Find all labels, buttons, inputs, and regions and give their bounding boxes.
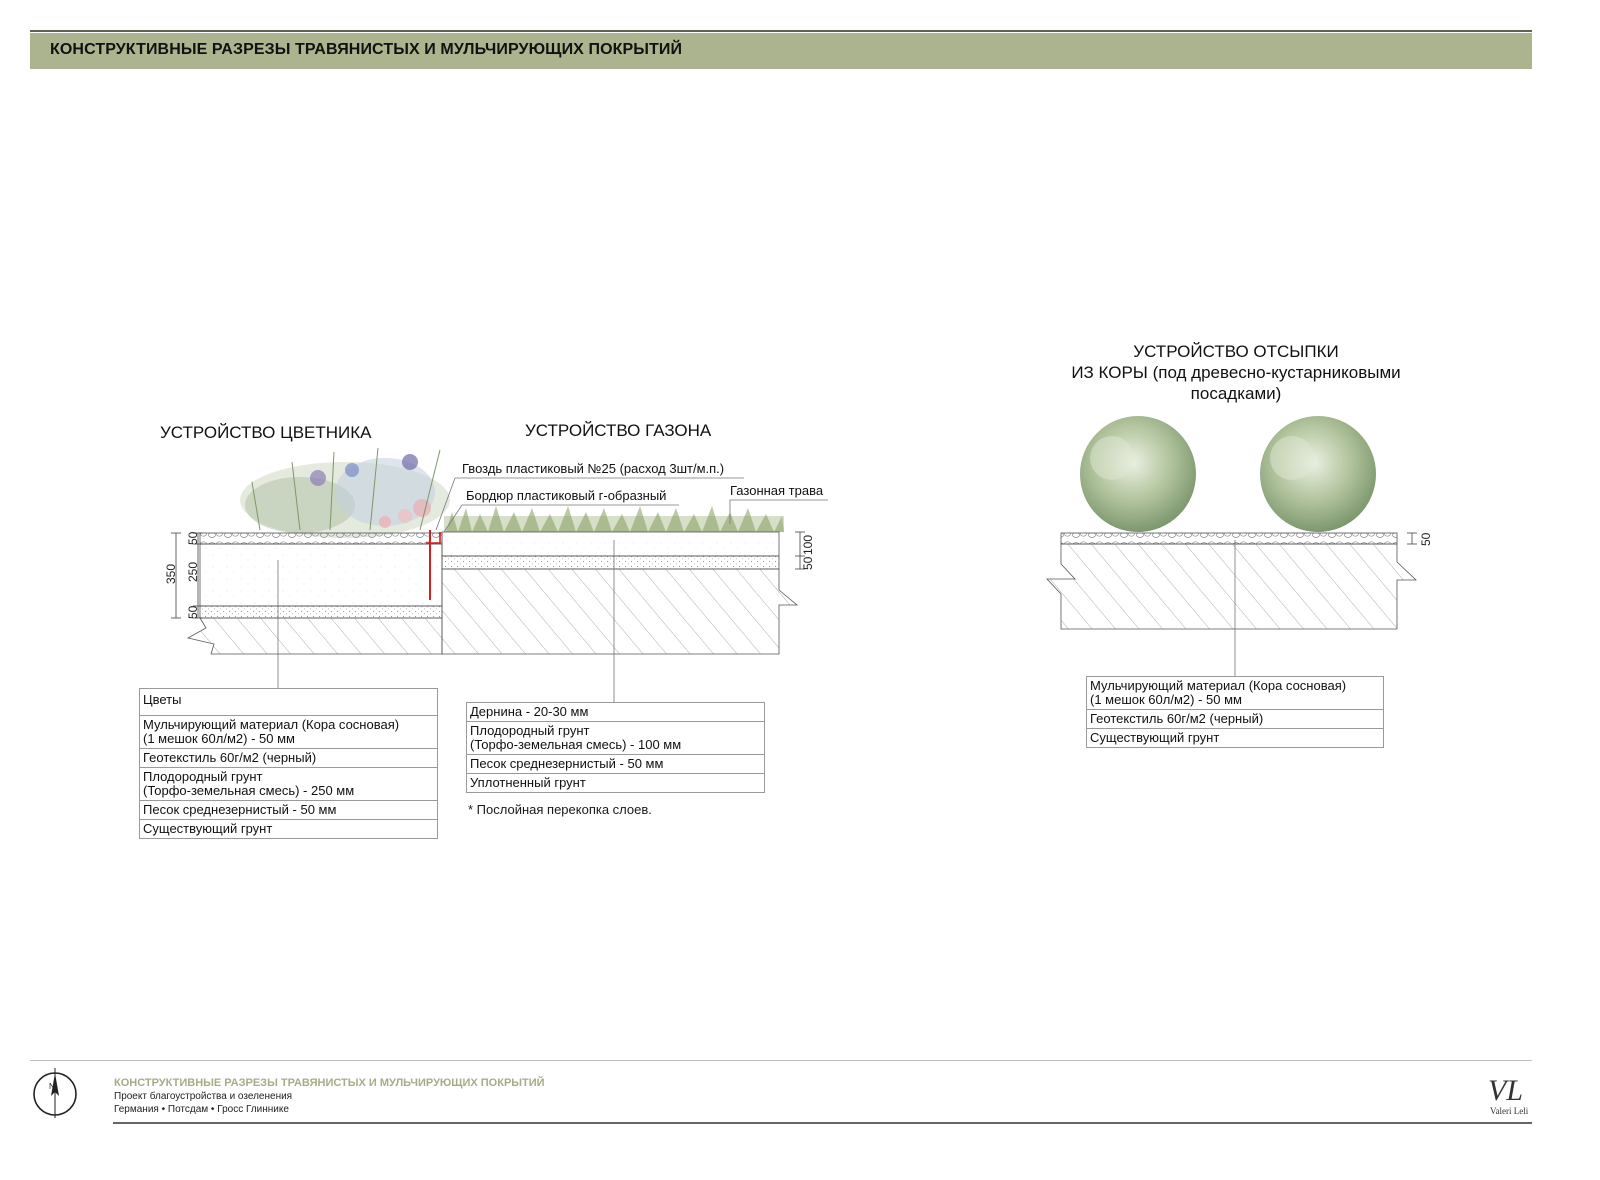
legend-row: Дернина - 20-30 мм <box>467 703 764 722</box>
callout-grass: Газонная трава <box>730 483 824 498</box>
lawn-section: 100 50 <box>435 477 828 702</box>
callout-border: Бордюр пластиковый г-образный <box>466 488 667 503</box>
bark-legend: Мульчирующий материал (Кора сосновая) (1… <box>1086 676 1384 748</box>
flowerbed-dim-sand: 50 <box>186 605 200 619</box>
footer-project: Проект благоустройства и озеленения <box>114 1091 293 1102</box>
legend-row: Уплотненный грунт <box>470 775 586 790</box>
legend-row: Существующий грунт <box>143 821 273 836</box>
legend-row: Мульчирующий материал (Кора сосновая) (1… <box>140 716 437 749</box>
shrub-illustration-right <box>1260 416 1376 532</box>
flowerbed-dim-mulch: 50 <box>186 531 200 545</box>
legend-row: Плодородный грунт (Торфо-земельная смесь… <box>140 768 437 801</box>
bark-title-line-3: посадками) <box>1190 384 1282 403</box>
legend-row: Существующий грунт <box>1090 730 1220 745</box>
flowerbed-dim-soil: 250 <box>186 562 200 582</box>
lawn-dim-sand: 50 <box>801 556 815 570</box>
shrub-illustration-left <box>1080 416 1196 532</box>
logo-text: Valeri Leli <box>1490 1106 1529 1116</box>
footer-divider <box>30 1060 1532 1061</box>
lawn-note: * Послойная перекопка слоев. <box>468 802 652 817</box>
footer-title: КОНСТРУКТИВНЫЕ РАЗРЕЗЫ ТРАВЯНИСТЫХ И МУЛ… <box>114 1077 545 1089</box>
compass-icon: N <box>33 1068 77 1118</box>
footer-location: Германия • Потсдам • Гросс Глиннике <box>114 1104 289 1115</box>
footer-rule <box>113 1122 1532 1124</box>
bark-title-line-1: УСТРОЙСТВО ОТСЫПКИ <box>1133 342 1339 361</box>
lawn-legend: Дернина - 20-30 мм Плодородный грунт (То… <box>466 702 765 793</box>
bark-title: УСТРОЙСТВО ОТСЫПКИ ИЗ КОРЫ (под древесно… <box>1060 341 1412 404</box>
lawn-title: УСТРОЙСТВО ГАЗОНА <box>525 421 712 440</box>
compass-letter: N <box>49 1082 55 1091</box>
legend-row: Геотекстиль 60г/м2 (черный) <box>1087 710 1383 729</box>
flowerbed-section: 50 250 50 350 <box>164 447 450 688</box>
logo-mark: VL <box>1488 1074 1523 1107</box>
legend-row: Цветы <box>140 689 437 716</box>
sections-diagram: 50 250 50 350 100 50 50 <box>164 416 1433 702</box>
legend-row: Песок среднезернистый - 50 мм <box>140 801 437 820</box>
bark-title-line-2: ИЗ КОРЫ (под древесно-кустарниковыми <box>1071 363 1401 382</box>
legend-row: Мульчирующий материал (Кора сосновая) (1… <box>1087 677 1383 710</box>
lawn-dim-soil: 100 <box>801 535 815 555</box>
callout-nail: Гвоздь пластиковый №25 (расход 3шт/м.п.) <box>462 461 725 476</box>
bark-section: 50 <box>1046 416 1433 676</box>
legend-row: Плодородный грунт (Торфо-земельная смесь… <box>467 722 764 755</box>
flowerbed-dim-total: 350 <box>164 564 178 584</box>
bark-dim-mulch: 50 <box>1419 532 1433 546</box>
flowers-illustration <box>240 447 450 538</box>
flowerbed-title: УСТРОЙСТВО ЦВЕТНИКА <box>160 423 372 442</box>
legend-row: Песок среднезернистый - 50 мм <box>467 755 764 774</box>
flowerbed-legend: Цветы Мульчирующий материал (Кора соснов… <box>139 688 438 839</box>
grass-illustration <box>444 506 784 532</box>
legend-row: Геотекстиль 60г/м2 (черный) <box>140 749 437 768</box>
